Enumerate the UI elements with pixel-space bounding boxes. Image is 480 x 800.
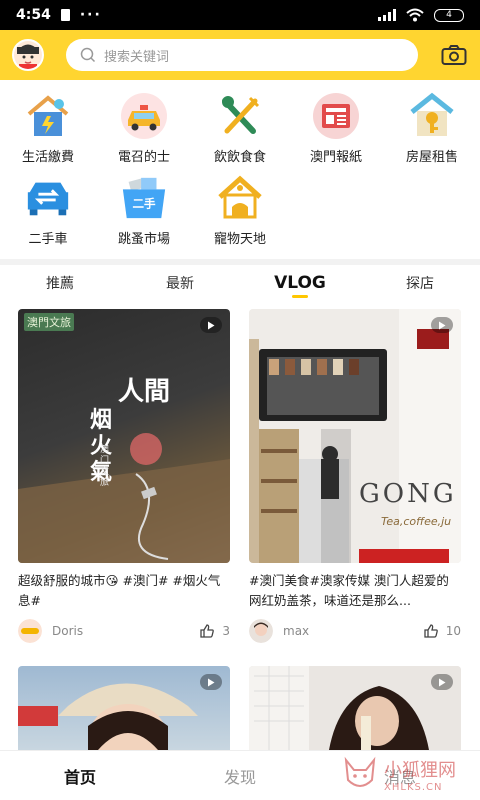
signal-icon [378, 9, 396, 21]
used-car-icon [24, 174, 72, 222]
secondhand-box-icon: 二手 [120, 174, 168, 222]
tab-label: VLOG [274, 273, 326, 293]
thumbs-up-icon [200, 624, 215, 638]
feed-tabs: 推薦 最新 VLOG 探店 [0, 265, 480, 301]
shop-sign: GONG C [359, 479, 461, 509]
battery-icon: 4 [434, 8, 464, 22]
like-button[interactable]: 10 [424, 624, 461, 638]
category-flea-market[interactable]: 二手 跳蚤市場 [96, 174, 192, 256]
like-count: 10 [445, 624, 461, 638]
camera-button[interactable] [440, 41, 468, 69]
feed-card[interactable] [18, 666, 230, 750]
category-label: 澳門報紙 [309, 150, 362, 165]
category-pets[interactable]: 寵物天地 [192, 174, 288, 256]
nav-label: 首页 [63, 767, 96, 787]
like-button[interactable]: 3 [200, 624, 230, 638]
user-avatar[interactable] [12, 39, 44, 71]
tab-label: 推薦 [46, 276, 74, 292]
author-name[interactable]: Doris [52, 624, 83, 638]
author-name[interactable]: max [283, 624, 309, 638]
video-play-badge [200, 674, 222, 690]
newspaper-icon [312, 92, 360, 140]
svg-text:二手: 二手 [132, 197, 156, 211]
category-label: 二手車 [28, 232, 68, 247]
tab-latest[interactable]: 最新 [120, 265, 240, 301]
category-used-car[interactable]: 二手車 [0, 174, 96, 256]
pet-house-icon [216, 174, 264, 222]
thumbnail-scene [18, 433, 230, 563]
category-label: 跳蚤市場 [117, 232, 170, 247]
category-newspaper[interactable]: 澳門報紙 [288, 92, 384, 174]
play-icon [208, 321, 215, 329]
fork-knife-icon [216, 92, 264, 140]
camera-icon [441, 45, 467, 65]
category-grid: 生活繳費 電召的士 飲飲食食 澳門報紙 房屋租售 二手車 二手 跳蚤市場 寵物天… [0, 92, 480, 256]
thumbnail-subtext: 澳门文旅 [100, 445, 110, 488]
feed-card[interactable]: 澳門文旅 人間 烟火氣 澳门文旅 超级舒服的城市😘 #澳门# #烟火气息# Do… [18, 309, 230, 643]
category-label: 電召的士 [117, 150, 170, 165]
status-bar: 4:54 ··· 4 [0, 0, 480, 30]
status-more-dots: ··· [79, 7, 102, 23]
house-key-icon [408, 92, 456, 140]
category-label: 生活繳費 [21, 150, 74, 165]
category-label: 寵物天地 [213, 232, 266, 247]
card-title[interactable]: 超级舒服的城市😘 #澳门# #烟火气息# [18, 571, 230, 611]
category-utility[interactable]: 生活繳費 [0, 92, 96, 174]
thumbnail-scene [18, 683, 198, 750]
tab-label: 最新 [166, 276, 194, 292]
category-label: 房屋租售 [405, 150, 458, 165]
video-play-badge [431, 317, 453, 333]
watermark-text: 小狐狸网 [384, 759, 456, 781]
thumbnail-headline: 人間 [118, 377, 171, 407]
tab-recommended[interactable]: 推薦 [0, 265, 120, 301]
search-placeholder: 搜索关键词 [104, 49, 170, 65]
tab-label: 探店 [406, 276, 434, 292]
author-avatar[interactable] [18, 619, 42, 643]
thumbnail-badge: 澳門文旅 [24, 313, 74, 331]
author-avatar[interactable] [249, 619, 273, 643]
active-tab-indicator [292, 295, 308, 298]
tab-explore-shops[interactable]: 探店 [360, 265, 480, 301]
category-food[interactable]: 飲飲食食 [192, 92, 288, 174]
thumbnail-scene [249, 666, 461, 750]
video-thumbnail[interactable] [18, 666, 230, 750]
video-thumbnail[interactable]: 澳門文旅 人間 烟火氣 澳门文旅 [18, 309, 230, 563]
feed-card[interactable]: GONG C Tea,coffee,ju #澳门美食#澳家传媒 澳门人超爱的网红… [249, 309, 461, 643]
play-icon [439, 678, 446, 686]
play-icon [439, 321, 446, 329]
feed-card[interactable] [249, 666, 461, 750]
video-play-badge [431, 674, 453, 690]
watermark-domain: XHLKS.CN [384, 781, 443, 793]
nav-label: 发现 [223, 767, 256, 787]
fox-logo-icon [344, 756, 376, 787]
video-thumbnail[interactable] [249, 666, 461, 750]
video-play-badge [200, 317, 222, 333]
wifi-icon [406, 8, 424, 22]
nav-discover[interactable]: 发现 [160, 751, 320, 800]
category-taxi[interactable]: 電召的士 [96, 92, 192, 174]
play-icon [208, 678, 215, 686]
search-icon [80, 47, 96, 63]
like-count: 3 [222, 624, 230, 638]
shop-sign-subtext: Tea,coffee,ju [381, 515, 452, 528]
thumbs-up-icon [424, 624, 438, 638]
card-title[interactable]: #澳门美食#澳家传媒 澳门人超爱的网红奶盖茶，味道还是那么... [249, 571, 461, 611]
video-thumbnail[interactable]: GONG C Tea,coffee,ju [249, 309, 461, 563]
nav-home[interactable]: 首页 [0, 751, 160, 800]
tab-vlog[interactable]: VLOG [240, 265, 360, 301]
top-bar: 搜索关键词 [0, 30, 480, 80]
search-bar[interactable]: 搜索关键词 [66, 39, 418, 71]
status-time: 4:54 [16, 7, 51, 23]
sim-card-icon [60, 9, 70, 21]
category-housing[interactable]: 房屋租售 [384, 92, 480, 174]
site-watermark: 小狐狸网 XHLKS.CN [340, 748, 480, 800]
category-label: 飲飲食食 [213, 150, 266, 165]
house-utility-icon [24, 92, 72, 140]
taxi-icon [120, 92, 168, 140]
